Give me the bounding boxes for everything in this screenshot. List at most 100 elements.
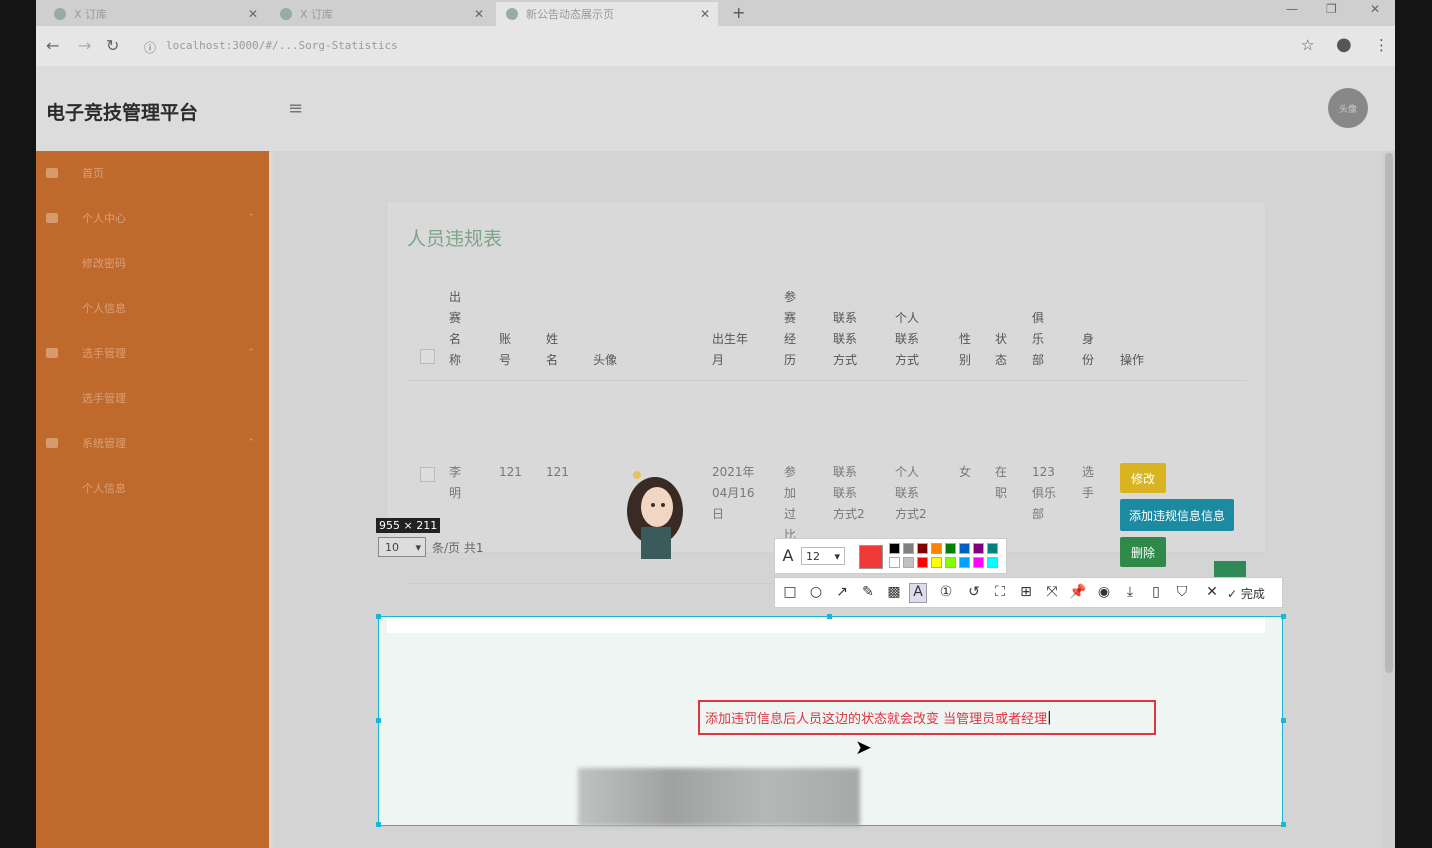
col-header-experience[interactable]: 参赛经历 (784, 287, 800, 371)
color-swatch[interactable] (903, 543, 914, 554)
translate-tool-icon[interactable]: ⊞ (1017, 584, 1035, 600)
font-size-select[interactable]: 12 ▾ (801, 547, 845, 565)
sidebar-item-change-password[interactable]: 修改密码 (36, 243, 269, 283)
color-swatch[interactable] (903, 557, 914, 568)
resize-handle[interactable] (1281, 718, 1286, 723)
site-info-icon[interactable]: ⓘ (144, 39, 156, 56)
tab-close-icon[interactable]: ✕ (474, 7, 484, 21)
scroll-thumb[interactable] (1385, 153, 1393, 673)
menu-dots-icon[interactable]: ⋮ (1374, 36, 1389, 54)
tab-close-icon[interactable]: ✕ (700, 7, 710, 21)
sidebar-item-label: 选手管理 (82, 347, 126, 360)
color-swatch[interactable] (959, 543, 970, 554)
finish-button[interactable]: ✓ 完成 (1227, 585, 1281, 602)
annotation-text-box[interactable]: 添加违罚信息后人员这边的状态就会改变 当管理员或者经理 | (698, 700, 1156, 735)
bookmark-star-icon[interactable]: ☆ (1301, 36, 1314, 54)
select-all-checkbox[interactable] (420, 349, 435, 364)
delete-button[interactable]: 删除 (1120, 537, 1166, 567)
url-field[interactable]: localhost:3000/#/...Sorg-Statistics (166, 39, 398, 52)
color-swatch[interactable] (987, 543, 998, 554)
tab-bar: X 订库 ✕ X 订库 ✕ 新公告动态展示页 ✕ + — ❐ ✕ (36, 0, 1395, 26)
cell-contact: 联系联系方式2 (833, 465, 865, 521)
ellipse-tool-icon[interactable]: ○ (807, 584, 825, 600)
arrow-tool-icon[interactable]: ↗ (833, 584, 851, 600)
rectangle-tool-icon[interactable]: □ (781, 584, 799, 600)
color-swatch[interactable] (945, 543, 956, 554)
resize-handle[interactable] (376, 718, 381, 723)
pen-tool-icon[interactable]: ✎ (859, 584, 877, 600)
hamburger-menu-icon[interactable]: ≡ (288, 98, 303, 119)
add-violation-button[interactable]: 添加违规信息信息 (1120, 499, 1234, 531)
text-caret: | (1047, 710, 1052, 725)
current-color-swatch[interactable] (859, 545, 883, 569)
color-swatch[interactable] (973, 543, 984, 554)
page-scrollbar[interactable] (1383, 151, 1395, 848)
undo-icon[interactable]: ↺ (965, 584, 983, 600)
color-swatch[interactable] (959, 557, 970, 568)
edit-button[interactable]: 修改 (1120, 463, 1166, 493)
color-swatch[interactable] (987, 557, 998, 568)
col-header-club[interactable]: 俱乐部 (1032, 308, 1048, 371)
col-header-gender[interactable]: 性别 (959, 329, 975, 371)
col-header-contact[interactable]: 联系联系方式 (833, 308, 865, 371)
col-header-name[interactable]: 姓名 (546, 329, 562, 371)
col-header-personal-contact[interactable]: 个人联系方式 (895, 308, 927, 371)
sidebar-item-system-management[interactable]: 系统管理 ⌃ (36, 423, 269, 463)
col-header-match-name[interactable]: 出赛名称 (449, 287, 465, 371)
color-swatch[interactable] (931, 543, 942, 554)
color-swatch[interactable] (973, 557, 984, 568)
cell-account: 121 (499, 465, 522, 479)
record-icon[interactable]: ◉ (1095, 584, 1113, 600)
sidebar: 首页 个人中心 ⌃ 修改密码 个人信息 选手管理 ⌃ 选手管理 系统管理 ⌃ 个… (36, 151, 269, 848)
profile-icon[interactable]: ● (1336, 34, 1352, 55)
color-swatch[interactable] (889, 543, 900, 554)
color-swatch[interactable] (945, 557, 956, 568)
pin-icon[interactable]: 📌 (1069, 584, 1087, 600)
resize-handle[interactable] (376, 822, 381, 827)
browser-tab-2[interactable]: X 订库 ✕ (270, 2, 492, 26)
window-close-icon[interactable]: ✕ (1370, 2, 1380, 16)
sidebar-item-player-sub[interactable]: 选手管理 (36, 378, 269, 418)
cancel-icon[interactable]: ✕ (1203, 584, 1221, 600)
long-screenshot-icon[interactable]: ⤧ (1043, 584, 1061, 600)
col-header-account[interactable]: 账号 (499, 329, 515, 371)
new-tab-button[interactable]: + (732, 3, 745, 22)
sidebar-item-label: 修改密码 (82, 257, 126, 270)
resize-handle[interactable] (376, 614, 381, 619)
download-icon[interactable]: ⤓ (1121, 584, 1139, 600)
text-tool-icon[interactable]: A (909, 583, 927, 603)
col-header-avatar[interactable]: 头像 (593, 350, 653, 371)
phone-icon[interactable]: ▯ (1147, 584, 1165, 600)
color-swatch[interactable] (917, 557, 928, 568)
sidebar-item-personal-info[interactable]: 个人信息 (36, 288, 269, 328)
col-header-status[interactable]: 状态 (995, 329, 1011, 371)
bookmark-icon[interactable]: ⛉ (1173, 584, 1191, 600)
browser-tab-3[interactable]: 新公告动态展示页 ✕ (496, 2, 718, 26)
col-header-role[interactable]: 身份 (1082, 329, 1098, 371)
back-icon[interactable]: ← (46, 36, 59, 55)
user-avatar[interactable]: 头像 (1328, 88, 1368, 128)
sidebar-item-player-management[interactable]: 选手管理 ⌃ (36, 333, 269, 373)
resize-handle[interactable] (1281, 822, 1286, 827)
number-tool-icon[interactable]: ① (937, 584, 955, 600)
col-header-birth[interactable]: 出生年月 (712, 329, 758, 371)
forward-icon[interactable]: → (78, 36, 91, 55)
sidebar-item-system-sub[interactable]: 个人信息 (36, 468, 269, 508)
sidebar-item-personal-center[interactable]: 个人中心 ⌃ (36, 198, 269, 238)
ocr-tool-icon[interactable]: ⛶ (991, 584, 1009, 600)
minimize-icon[interactable]: — (1286, 2, 1298, 16)
row-checkbox[interactable] (420, 467, 435, 482)
resize-handle[interactable] (827, 614, 832, 619)
resize-handle[interactable] (1281, 614, 1286, 619)
mosaic-tool-icon[interactable]: ▩ (885, 584, 903, 600)
maximize-icon[interactable]: ❐ (1326, 2, 1337, 16)
color-swatch[interactable] (889, 557, 900, 568)
tab-close-icon[interactable]: ✕ (248, 7, 258, 21)
color-swatch[interactable] (931, 557, 942, 568)
page-size-select[interactable]: 10 ▾ (378, 537, 426, 557)
browser-tab-1[interactable]: X 订库 ✕ (44, 2, 266, 26)
sidebar-item-home[interactable]: 首页 (36, 153, 269, 193)
color-swatch[interactable] (917, 543, 928, 554)
font-size-value: 12 (806, 549, 820, 563)
reload-icon[interactable]: ↻ (106, 36, 119, 55)
